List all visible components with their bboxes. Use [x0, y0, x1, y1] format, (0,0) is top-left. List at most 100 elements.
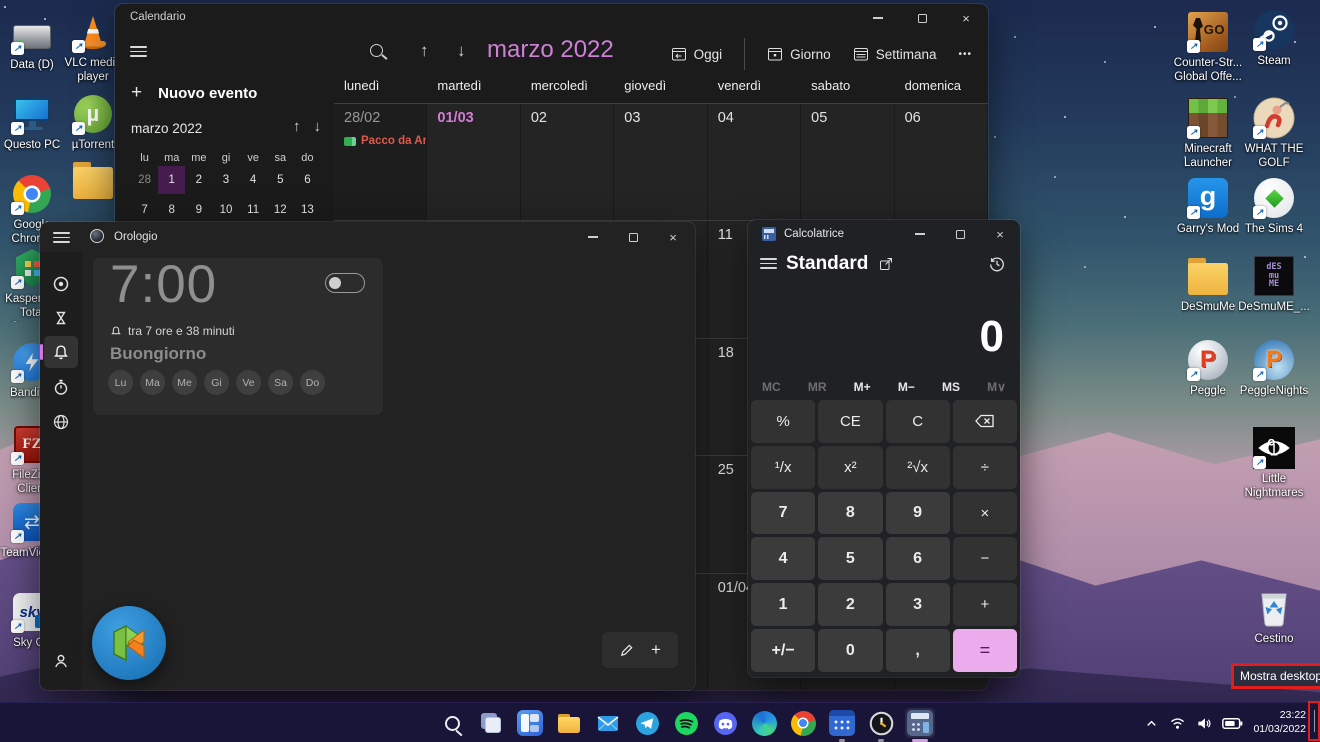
steam-icon[interactable]: ↗	[1252, 8, 1296, 52]
key-2[interactable]: 2	[818, 583, 882, 626]
wifi-icon[interactable]	[1169, 716, 1186, 731]
mini-prev-arrow-icon[interactable]: ↑	[293, 118, 301, 135]
questo-pc-icon[interactable]: ↗	[10, 92, 54, 136]
mini-next-arrow-icon[interactable]: ↓	[314, 118, 322, 135]
mini-calendar-day[interactable]: 3	[212, 166, 239, 194]
search-icon[interactable]	[370, 44, 383, 57]
clock-maximize-button[interactable]	[611, 222, 655, 252]
volume-icon[interactable]	[1196, 716, 1212, 731]
mini-calendar-day[interactable]: 12	[267, 196, 294, 224]
calendar-cell[interactable]: 03	[614, 104, 707, 220]
taskbar-calendar-icon[interactable]	[827, 708, 857, 738]
key-8[interactable]: 8	[818, 492, 882, 535]
show-desktop-button[interactable]	[1314, 710, 1315, 732]
clock-menu-icon[interactable]	[53, 232, 70, 243]
focus-sessions-icon[interactable]	[44, 268, 78, 300]
desktop-icon-cestino[interactable]: Cestino	[1236, 586, 1312, 646]
taskbar-mail-icon[interactable]	[593, 708, 623, 738]
key-+/−[interactable]: +/−	[751, 629, 815, 672]
mini-calendar-day[interactable]: 9	[185, 196, 212, 224]
cestino-icon[interactable]	[1252, 586, 1296, 630]
key-÷[interactable]: ÷	[953, 446, 1017, 489]
calendar-cell[interactable]: 06	[895, 104, 988, 220]
garrysmod-icon[interactable]: g↗	[1186, 176, 1230, 220]
calendar-close-button[interactable]: ×	[944, 4, 988, 32]
key-1[interactable]: 1	[751, 583, 815, 626]
next-month-arrow-icon[interactable]: ↓	[457, 41, 466, 61]
mini-calendar-day[interactable]: 11	[240, 196, 267, 224]
memory-button-MC[interactable]: MC	[762, 380, 781, 394]
mini-calendar-day[interactable]: 5	[267, 166, 294, 194]
taskbar-explorer-icon[interactable]	[554, 708, 584, 738]
mini-calendar-day[interactable]: 10	[212, 196, 239, 224]
more-options-button[interactable]: •••	[958, 49, 972, 60]
desktop-icon-data-d[interactable]: ↗Data (D)	[0, 12, 65, 72]
memory-button-M+[interactable]: M+	[854, 380, 871, 394]
calendar-cell[interactable]: 02	[521, 104, 614, 220]
calendar-cell[interactable]: 05	[801, 104, 894, 220]
tray-chevron-icon[interactable]	[1144, 716, 1159, 731]
key-%[interactable]: %	[751, 400, 815, 443]
calendar-minimize-button[interactable]	[856, 4, 900, 32]
desktop-icon-sims4[interactable]: ↗The Sims 4	[1236, 176, 1312, 236]
alarm-day-chip-Ve[interactable]: Ve	[236, 370, 261, 395]
key-−[interactable]: −	[953, 537, 1017, 580]
timer-icon[interactable]	[44, 302, 78, 334]
key-0[interactable]: 0	[818, 629, 882, 672]
taskbar-calculator-icon[interactable]	[905, 708, 935, 738]
calculator-maximize-button[interactable]	[940, 220, 980, 248]
csgo-icon[interactable]: GO↗	[1186, 10, 1230, 54]
taskbar-widgets-icon[interactable]	[515, 708, 545, 738]
taskbar-spotify-icon[interactable]	[671, 708, 701, 738]
memory-button-MS[interactable]: MS	[942, 380, 960, 394]
calendar-maximize-button[interactable]	[900, 4, 944, 32]
memory-button-MR[interactable]: MR	[808, 380, 827, 394]
desktop-icon-questo-pc[interactable]: ↗Questo PC	[0, 92, 65, 152]
calendar-cell[interactable]: 04	[708, 104, 801, 220]
desktop-icon-peggle[interactable]: P↗Peggle	[1170, 338, 1246, 398]
key-9[interactable]: 9	[886, 492, 950, 535]
desmume-app-icon[interactable]: dESmuME	[1252, 254, 1296, 298]
alarm-day-chip-Gi[interactable]: Gi	[204, 370, 229, 395]
desktop-icon-whatthegolf[interactable]: ↗WHAT THE GOLF	[1236, 96, 1312, 170]
vlc-icon[interactable]: ↗	[71, 10, 115, 54]
folder-icon[interactable]	[71, 158, 115, 202]
week-view-button[interactable]: Settimana	[853, 46, 937, 62]
mini-calendar-day[interactable]: 6	[294, 166, 321, 194]
taskbar-chrome-icon[interactable]	[788, 708, 818, 738]
taskbar-edge-icon[interactable]	[749, 708, 779, 738]
stopwatch-icon[interactable]	[44, 371, 78, 403]
desktop-icon-pegglenights[interactable]: P↗PeggleNights	[1236, 338, 1312, 398]
calculator-menu-icon[interactable]	[760, 258, 777, 269]
clock-minimize-button[interactable]	[571, 222, 615, 252]
mini-calendar-day[interactable]: 13	[294, 196, 321, 224]
data-d-icon[interactable]: ↗	[10, 12, 54, 56]
new-event-button[interactable]: + Nuovo evento	[131, 82, 257, 104]
clock-close-button[interactable]: ×	[651, 222, 695, 252]
calendar-menu-icon[interactable]	[130, 46, 147, 57]
mini-calendar-day[interactable]: 2	[185, 166, 212, 194]
littlenightmares-icon[interactable]: ↗	[1252, 426, 1296, 470]
memory-button-M−[interactable]: M−	[898, 380, 915, 394]
taskbar-search-icon[interactable]	[437, 708, 467, 738]
alarm-day-chip-Me[interactable]: Me	[172, 370, 197, 395]
key-CE[interactable]: CE	[818, 400, 882, 443]
alarm-day-chip-Ma[interactable]: Ma	[140, 370, 165, 395]
alarm-card[interactable]: 7:00 tra 7 ore e 38 minuti Buongiorno Lu…	[93, 258, 383, 415]
taskbar-taskview-icon[interactable]	[476, 708, 506, 738]
taskbar-clock-icon[interactable]	[866, 708, 896, 738]
key-backspace-icon[interactable]	[953, 400, 1017, 443]
alarm-day-chip-Do[interactable]: Do	[300, 370, 325, 395]
key-7[interactable]: 7	[751, 492, 815, 535]
taskbar-telegram-icon[interactable]	[632, 708, 662, 738]
whatthegolf-icon[interactable]: ↗	[1252, 96, 1296, 140]
calendar-event[interactable]: Pacco da Am	[344, 135, 426, 147]
calculator-close-button[interactable]: ×	[980, 220, 1020, 248]
today-button[interactable]: Oggi	[671, 46, 723, 62]
prev-month-arrow-icon[interactable]: ↑	[420, 41, 429, 61]
taskbar-discord-icon[interactable]	[710, 708, 740, 738]
utorrent-icon[interactable]: µ↗	[71, 92, 115, 136]
alarm-icon-selected[interactable]	[44, 336, 78, 368]
desktop-icon-minecraft[interactable]: ↗Minecraft Launcher	[1170, 96, 1246, 170]
desktop-icon-littlenightmares[interactable]: ↗Little Nightmares	[1236, 426, 1312, 500]
